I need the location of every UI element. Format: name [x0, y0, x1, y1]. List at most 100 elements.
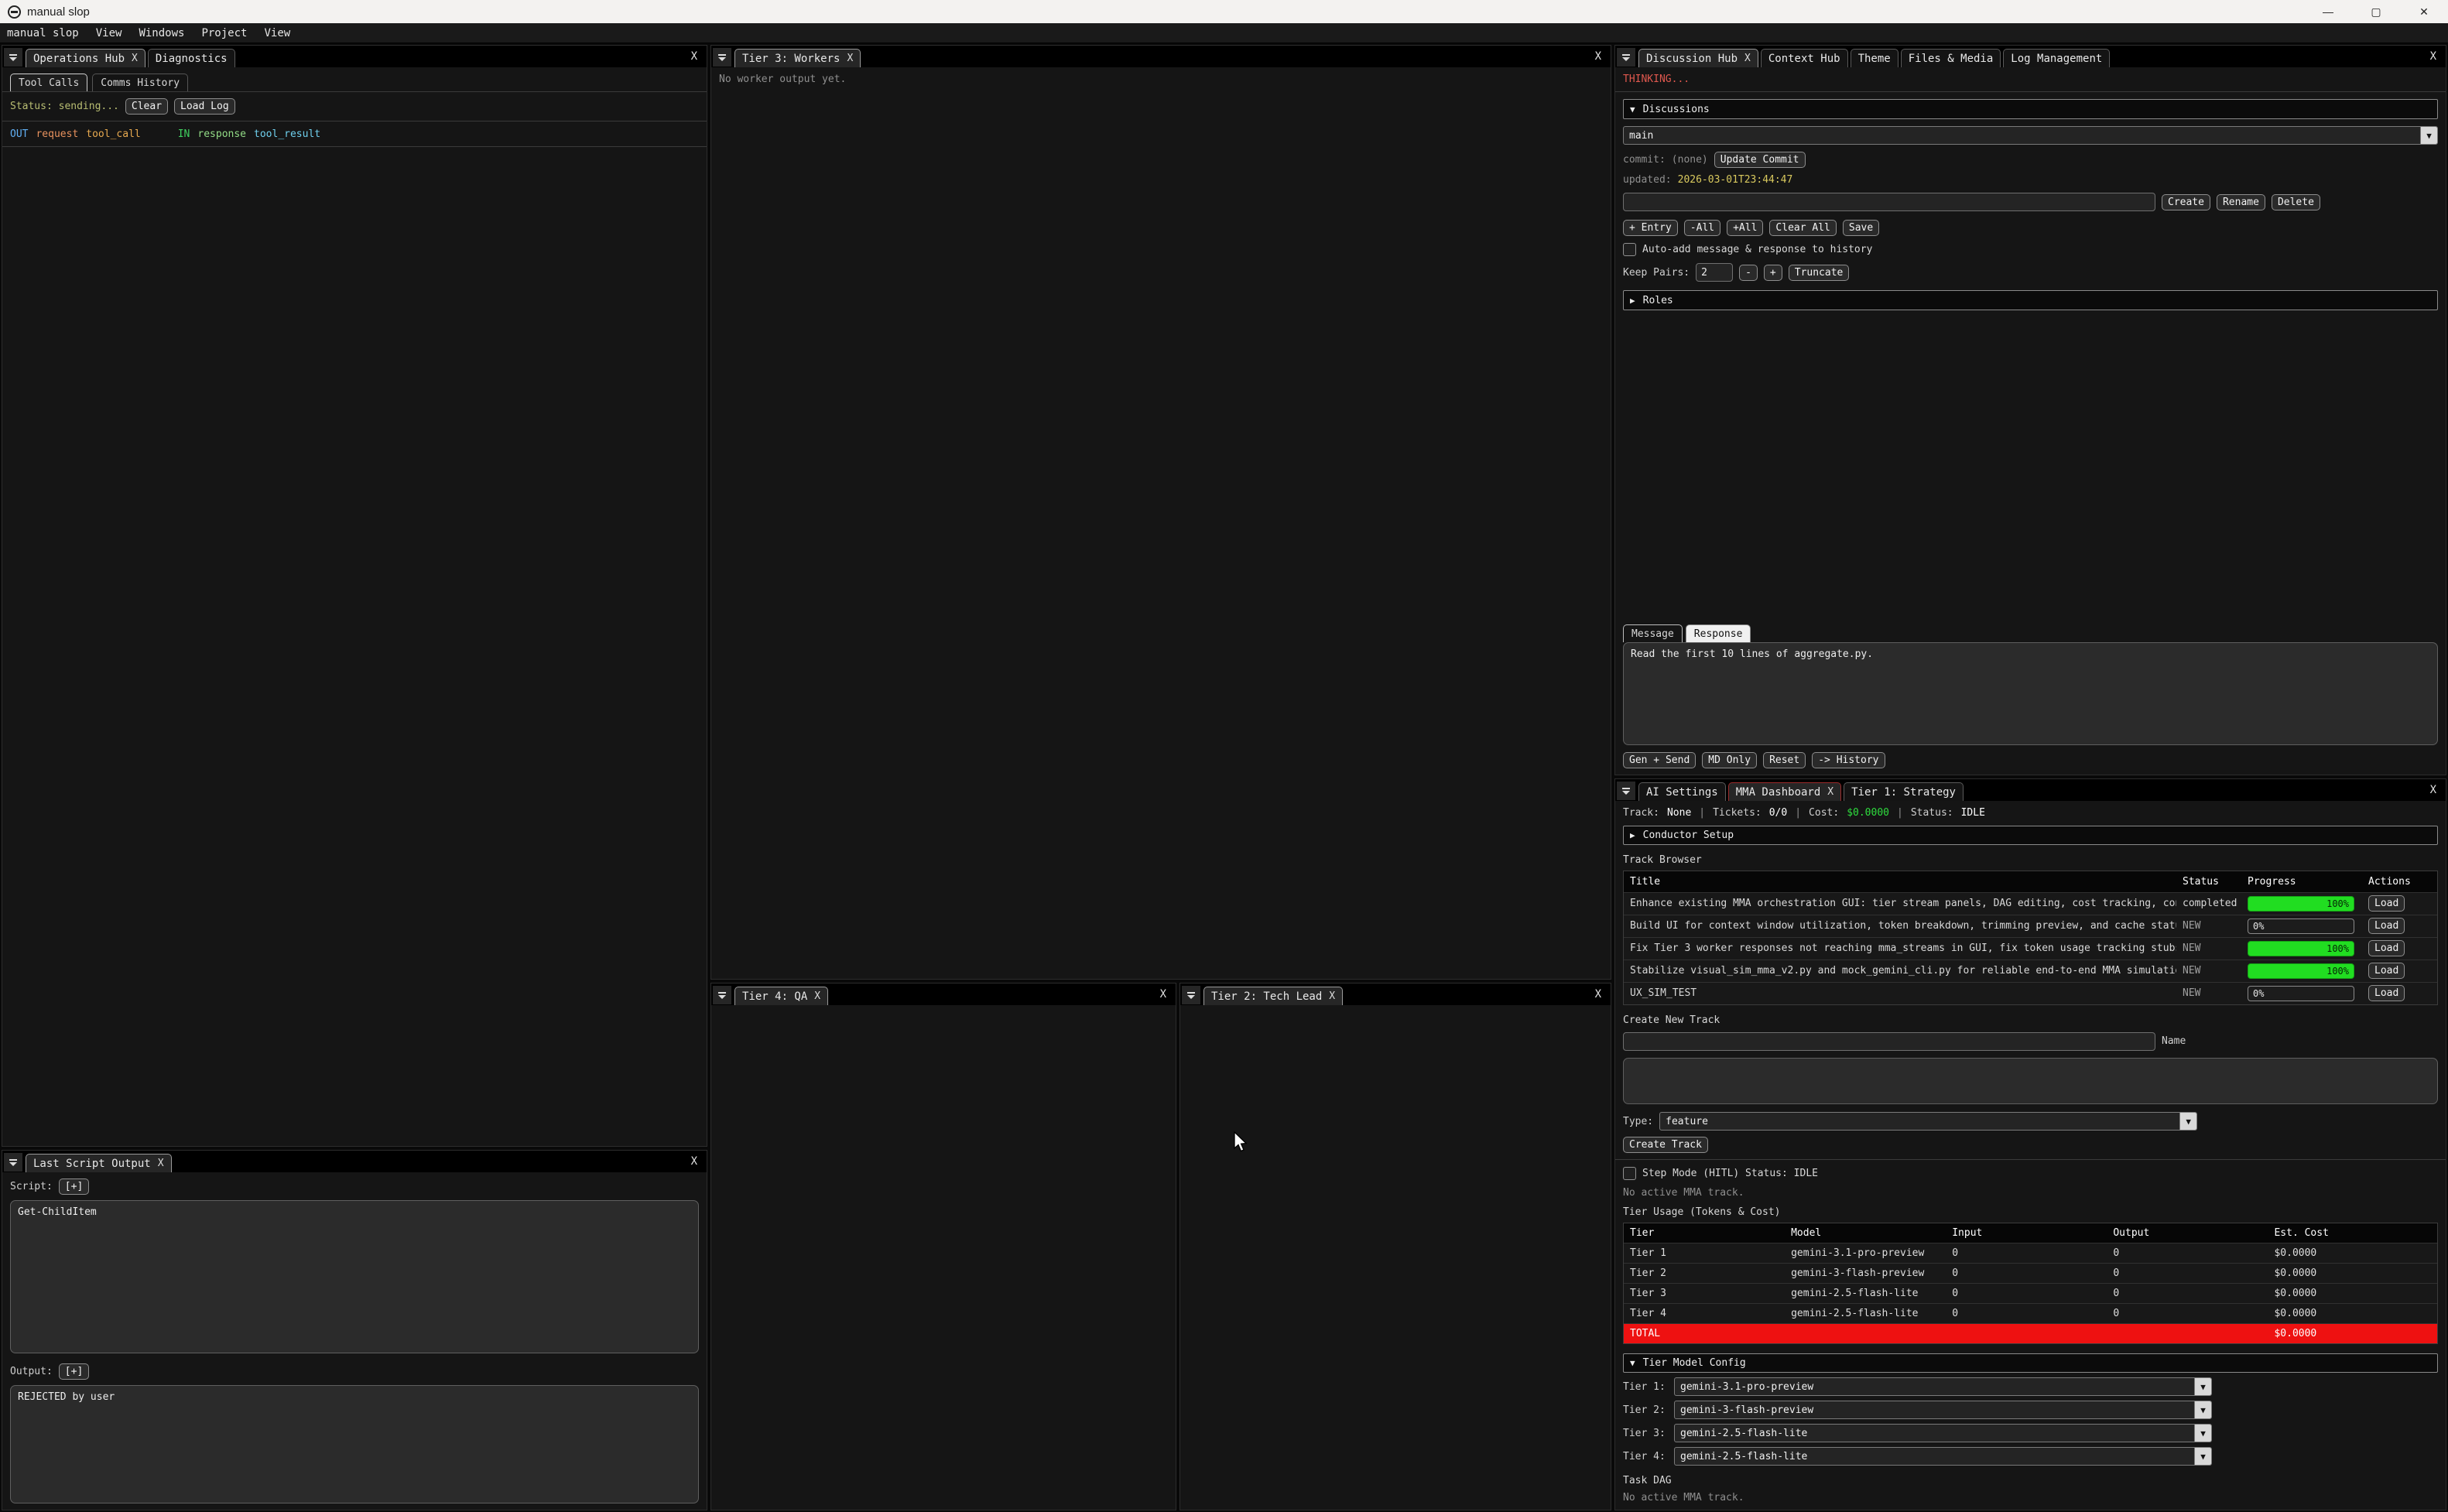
- truncate-button[interactable]: Truncate: [1789, 265, 1850, 281]
- conductor-setup-header[interactable]: ▶ Conductor Setup: [1623, 826, 2438, 845]
- tab-close-icon[interactable]: X: [1744, 53, 1751, 64]
- keep-pairs-increment-button[interactable]: +: [1764, 265, 1782, 281]
- tab-close-icon[interactable]: X: [132, 53, 138, 64]
- output-textarea[interactable]: REJECTED by user: [10, 1385, 699, 1503]
- operations-subtab[interactable]: Tool Calls: [10, 74, 87, 91]
- discussions-section-header[interactable]: ▼ Discussions: [1623, 99, 2438, 119]
- load-track-button[interactable]: Load: [2368, 895, 2405, 912]
- update-commit-button[interactable]: Update Commit: [1714, 152, 1806, 168]
- script-textarea[interactable]: Get-ChildItem: [10, 1200, 699, 1353]
- panel-tab[interactable]: Tier 1: Strategy: [1844, 782, 1964, 801]
- entry-action-button[interactable]: +All: [1727, 220, 1763, 236]
- dock-close-icon[interactable]: X: [1595, 988, 1611, 1005]
- load-track-button[interactable]: Load: [2368, 985, 2405, 1001]
- panel-tab[interactable]: Theme: [1851, 49, 1898, 67]
- tier-model-config-header[interactable]: ▼ Tier Model Config: [1623, 1353, 2438, 1373]
- maximize-icon[interactable]: ▢: [2352, 0, 2400, 23]
- menu-item[interactable]: Project: [194, 26, 254, 41]
- close-icon[interactable]: ✕: [2400, 0, 2448, 23]
- panel-tab[interactable]: Tier 3: Workers X: [734, 49, 861, 67]
- track-description-textarea[interactable]: [1623, 1058, 2438, 1104]
- message-textarea[interactable]: Read the first 10 lines of aggregate.py.: [1623, 642, 2438, 745]
- track-type-select[interactable]: feature ▼: [1659, 1112, 2197, 1131]
- delete-discussion-button[interactable]: Delete: [2272, 194, 2320, 210]
- operations-subtab[interactable]: Comms History: [92, 74, 188, 91]
- clear-button[interactable]: Clear: [125, 98, 168, 115]
- message-action-button[interactable]: MD Only: [1702, 752, 1757, 768]
- roles-section-header[interactable]: ▶ Roles: [1623, 290, 2438, 310]
- panel-tab[interactable]: Discussion Hub X: [1638, 49, 1758, 67]
- menu-item[interactable]: View: [257, 26, 297, 41]
- create-track-button[interactable]: Create Track: [1623, 1137, 1708, 1153]
- panel-tab[interactable]: Context Hub: [1761, 49, 1848, 67]
- dock-collapse-icon[interactable]: [4, 1153, 22, 1172]
- tab-close-icon[interactable]: X: [158, 1158, 164, 1169]
- panel-tab[interactable]: Files & Media: [1901, 49, 2001, 67]
- dock-close-icon[interactable]: X: [691, 1155, 707, 1172]
- tier-model-select[interactable]: gemini-3-flash-preview ▼: [1674, 1401, 2212, 1419]
- menu-item[interactable]: Windows: [132, 26, 191, 41]
- tab-close-icon[interactable]: X: [1827, 786, 1833, 798]
- panel-tab[interactable]: MMA Dashboard X: [1728, 782, 1841, 801]
- dock-collapse-icon[interactable]: [1182, 986, 1200, 1004]
- keep-pairs-decrement-button[interactable]: -: [1739, 265, 1758, 281]
- message-response-tab[interactable]: Message: [1623, 624, 1683, 642]
- panel-tab[interactable]: Log Management: [2003, 49, 2110, 67]
- panel-tab[interactable]: Tier 4: QA X: [734, 987, 828, 1005]
- track-row[interactable]: Build UI for context window utilization,…: [1624, 915, 2437, 937]
- step-mode-checkbox[interactable]: [1623, 1167, 1636, 1180]
- message-action-button[interactable]: Gen + Send: [1623, 752, 1696, 768]
- progress-bar: 100%: [2248, 896, 2354, 912]
- tool-call-entry[interactable]: OUT request tool_call IN response tool_r…: [10, 128, 699, 140]
- entry-action-button[interactable]: Save: [1843, 220, 1879, 236]
- dock-close-icon[interactable]: X: [1160, 988, 1176, 1005]
- track-row[interactable]: UX_SIM_TEST NEW 0% Load: [1624, 982, 2437, 1004]
- message-response-tab[interactable]: Response: [1686, 624, 1751, 642]
- script-expand-button[interactable]: [+]: [59, 1178, 89, 1195]
- load-track-button[interactable]: Load: [2368, 918, 2405, 934]
- tier-model-select[interactable]: gemini-2.5-flash-lite ▼: [1674, 1424, 2212, 1442]
- track-name-input[interactable]: [1623, 1032, 2155, 1051]
- track-row[interactable]: Enhance existing MMA orchestration GUI: …: [1624, 892, 2437, 915]
- entry-action-button[interactable]: + Entry: [1623, 220, 1678, 236]
- dock-collapse-icon[interactable]: [713, 48, 731, 67]
- tier-model-select[interactable]: gemini-2.5-flash-lite ▼: [1674, 1447, 2212, 1466]
- dock-collapse-icon[interactable]: [4, 48, 22, 67]
- tab-close-icon[interactable]: X: [1329, 990, 1335, 1002]
- entry-action-button[interactable]: Clear All: [1769, 220, 1836, 236]
- panel-tab[interactable]: Tier 2: Tech Lead X: [1203, 987, 1343, 1005]
- load-track-button[interactable]: Load: [2368, 963, 2405, 979]
- minimize-icon[interactable]: —: [2304, 0, 2352, 23]
- create-discussion-button[interactable]: Create: [2162, 194, 2210, 210]
- entry-action-button[interactable]: -All: [1684, 220, 1720, 236]
- output-expand-button[interactable]: [+]: [59, 1363, 89, 1380]
- dock-close-icon[interactable]: X: [2430, 50, 2446, 67]
- dock-close-icon[interactable]: X: [2430, 784, 2446, 801]
- dock-collapse-icon[interactable]: [713, 986, 731, 1004]
- panel-tab[interactable]: AI Settings: [1638, 782, 1726, 801]
- panel-tab[interactable]: Diagnostics: [148, 49, 235, 67]
- track-row[interactable]: Stabilize visual_sim_mma_v2.py and mock_…: [1624, 960, 2437, 982]
- rename-discussion-button[interactable]: Rename: [2217, 194, 2265, 210]
- menu-item[interactable]: View: [89, 26, 129, 41]
- message-action-button[interactable]: Reset: [1763, 752, 1806, 768]
- dock-collapse-icon[interactable]: [1617, 782, 1635, 800]
- menu-item[interactable]: manual slop: [0, 26, 86, 41]
- track-row[interactable]: Fix Tier 3 worker responses not reaching…: [1624, 937, 2437, 960]
- keep-pairs-input[interactable]: [1696, 263, 1733, 282]
- discussion-name-input[interactable]: [1623, 193, 2155, 211]
- dock-close-icon[interactable]: X: [1595, 50, 1611, 67]
- load-log-button[interactable]: Load Log: [174, 98, 235, 115]
- discussion-select[interactable]: main ▼: [1623, 126, 2438, 145]
- tier-model-select[interactable]: gemini-3.1-pro-preview ▼: [1674, 1377, 2212, 1396]
- panel-tab[interactable]: Last Script Output X: [26, 1154, 172, 1172]
- tab-label: Operations Hub: [33, 53, 125, 65]
- tab-close-icon[interactable]: X: [847, 53, 853, 64]
- dock-collapse-icon[interactable]: [1617, 48, 1635, 67]
- panel-tab[interactable]: Operations Hub X: [26, 49, 146, 67]
- dock-close-icon[interactable]: X: [691, 50, 707, 67]
- message-action-button[interactable]: -> History: [1812, 752, 1885, 768]
- autoadd-checkbox[interactable]: [1623, 243, 1636, 256]
- tab-close-icon[interactable]: X: [814, 990, 820, 1002]
- load-track-button[interactable]: Load: [2368, 940, 2405, 956]
